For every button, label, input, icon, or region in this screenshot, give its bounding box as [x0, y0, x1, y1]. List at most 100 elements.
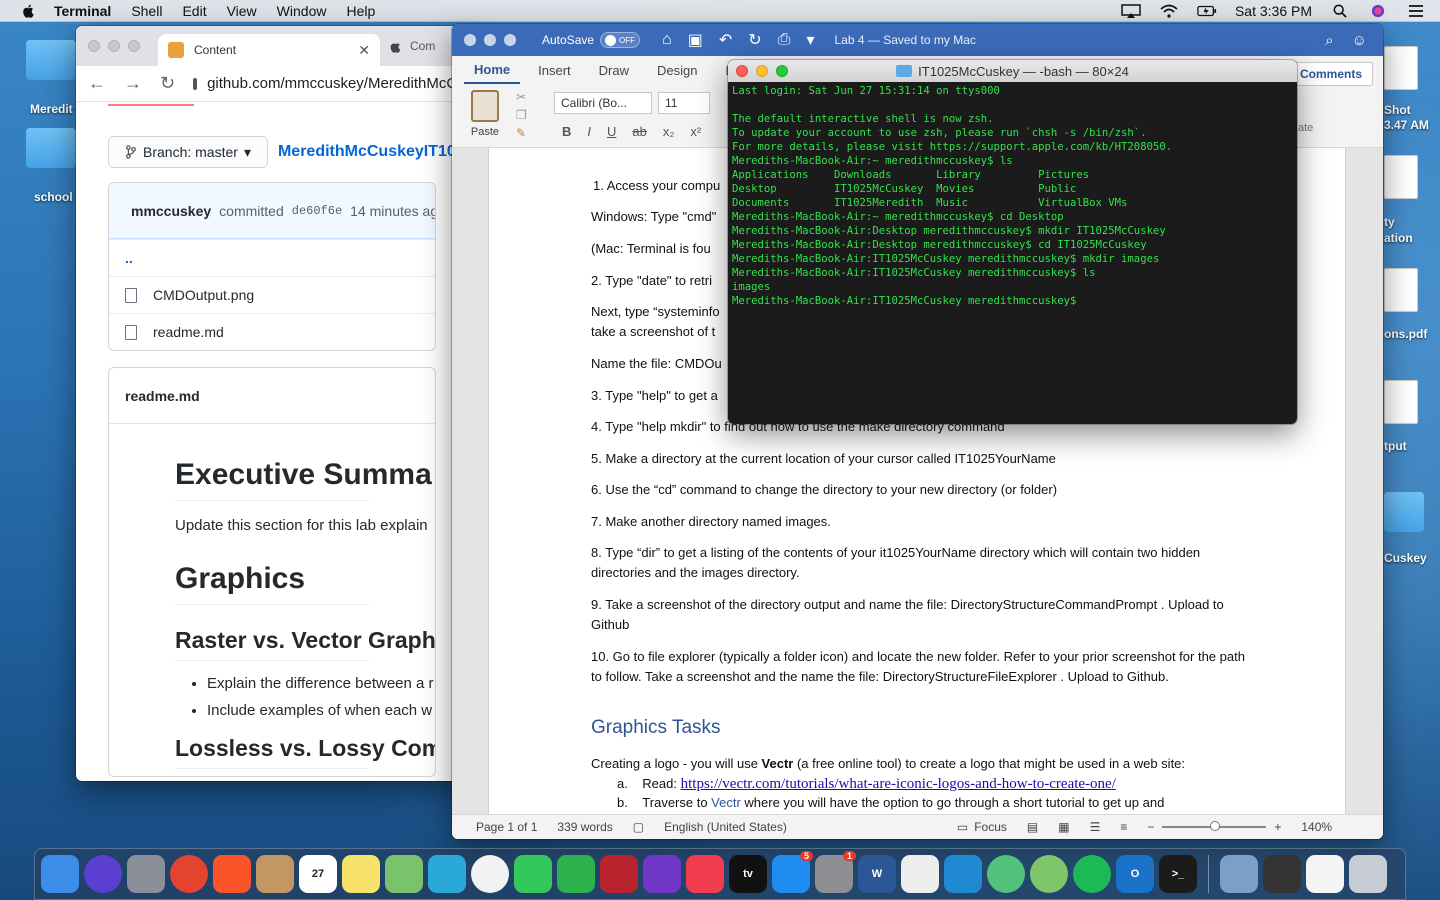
dock-app-store-icon[interactable]: 5	[772, 851, 813, 893]
cut-icon[interactable]: ✂	[516, 90, 526, 104]
dock-tv-icon[interactable]: tv	[729, 855, 767, 893]
desktop-icon-label[interactable]: Cuskey	[1384, 551, 1427, 565]
ribbon-partial-label[interactable]: ate	[1298, 122, 1313, 134]
menu-window[interactable]: Window	[277, 3, 327, 19]
back-arrow-icon[interactable]: ←	[88, 73, 106, 94]
dock-maps-icon[interactable]	[385, 855, 423, 893]
customize-toolbar-icon[interactable]: ▾	[806, 30, 814, 50]
web-layout-icon[interactable]: ▦	[1058, 820, 1069, 834]
format-painter-icon[interactable]: ✎	[516, 126, 526, 140]
zoom-window-button[interactable]	[128, 40, 140, 52]
dock-chrome-icon[interactable]	[170, 855, 208, 893]
list-item[interactable]: readme.md	[109, 313, 435, 350]
desktop-icon-label[interactable]: ation	[1384, 231, 1413, 245]
dock-contacts-icon[interactable]	[256, 855, 294, 893]
tab-draw[interactable]: Draw	[589, 56, 639, 84]
font-size-select[interactable]: 11	[658, 92, 710, 114]
proofing-icon[interactable]: ▢	[633, 820, 644, 834]
desktop-icon-label[interactable]: Meredit	[30, 102, 73, 116]
battery-icon[interactable]	[1197, 4, 1217, 18]
paste-button[interactable]: Paste	[468, 90, 502, 138]
autosave-toggle[interactable]: OFF	[600, 32, 641, 48]
dock-system-preferences-icon[interactable]: 1	[815, 851, 856, 893]
smiley-feedback-icon[interactable]: ☺	[1352, 32, 1367, 49]
language[interactable]: English (United States)	[664, 820, 787, 834]
print-layout-icon[interactable]: ▤	[1027, 820, 1038, 834]
folder-icon[interactable]	[26, 128, 76, 168]
browser-tab-active[interactable]: Content ✕	[158, 34, 380, 66]
folder-icon[interactable]	[1384, 492, 1424, 532]
repo-link[interactable]: MeredithMcCuskeyIT10	[278, 143, 456, 161]
desktop-icon-label[interactable]: school	[34, 190, 73, 204]
dock-calendar-icon[interactable]: 27	[299, 855, 337, 893]
minimize-window-button[interactable]	[108, 40, 120, 52]
save-icon[interactable]: ▣	[688, 30, 703, 50]
dock-color-picker-icon[interactable]	[1030, 855, 1068, 893]
draft-icon[interactable]: ≡	[1120, 820, 1127, 834]
focus-icon[interactable]: ▭	[957, 820, 968, 834]
minimize-window-button[interactable]	[484, 34, 496, 46]
address-bar[interactable]: github.com/mmccuskey/MeredithMcC	[193, 75, 456, 92]
screenshot-file-icon[interactable]	[1384, 46, 1418, 90]
word-count[interactable]: 339 words	[557, 820, 612, 834]
pdf-file-icon[interactable]	[1384, 268, 1418, 312]
close-window-button[interactable]	[464, 34, 476, 46]
redo-icon[interactable]: ↻	[748, 30, 761, 50]
close-tab-icon[interactable]: ✕	[358, 42, 370, 59]
dock-preview-icon[interactable]	[1220, 855, 1258, 893]
page-count[interactable]: Page 1 of 1	[476, 820, 537, 834]
commit-author[interactable]: mmccuskey	[131, 203, 211, 219]
zoom-in-button[interactable]: +	[1274, 820, 1281, 834]
url-text[interactable]: github.com/mmccuskey/MeredithMcC	[207, 75, 456, 92]
terminal-window[interactable]: IT1025McCuskey — -bash — 80×24 Last logi…	[728, 60, 1297, 424]
desktop-icon-label[interactable]: ty	[1384, 215, 1395, 229]
outline-icon[interactable]: ☰	[1090, 820, 1101, 834]
desktop-icon-label[interactable]: tput	[1384, 439, 1407, 453]
dock-brave-icon[interactable]	[213, 855, 251, 893]
vectr-link[interactable]: Vectr	[711, 795, 741, 810]
zoom-slider[interactable]	[1162, 821, 1267, 831]
notification-center-icon[interactable]	[1406, 4, 1426, 18]
dock-finder-icon[interactable]	[41, 855, 79, 893]
focus-button[interactable]: Focus	[974, 820, 1007, 834]
dock-imovie-icon[interactable]	[643, 855, 681, 893]
airplay-icon[interactable]	[1121, 3, 1141, 18]
menu-view[interactable]: View	[227, 3, 257, 19]
dock-facetime-icon[interactable]	[557, 855, 595, 893]
font-name-select[interactable]: Calibri (Bo...	[554, 92, 652, 114]
spotlight-search-icon[interactable]	[1330, 4, 1350, 18]
vectr-tutorial-link[interactable]: https://vectr.com/tutorials/what-are-ico…	[681, 776, 1116, 792]
folder-icon[interactable]	[26, 40, 76, 80]
dock-document-icon[interactable]	[1306, 855, 1344, 893]
copy-icon[interactable]: ❐	[516, 108, 527, 122]
dock-trash-icon[interactable]	[1349, 855, 1387, 893]
dock-siri-icon[interactable]	[84, 855, 122, 893]
menubar-clock[interactable]: Sat 3:36 PM	[1235, 3, 1312, 19]
underline-button[interactable]: U	[607, 124, 616, 139]
reload-icon[interactable]: ↻	[160, 73, 175, 94]
undo-icon[interactable]: ↶	[719, 30, 732, 50]
zoom-out-button[interactable]: −	[1147, 820, 1154, 834]
dock-news-icon[interactable]	[686, 855, 724, 893]
browser-tab-second[interactable]: Com	[390, 39, 435, 53]
dock-textedit-icon[interactable]	[901, 855, 939, 893]
branch-selector-button[interactable]: Branch: master ▾	[108, 136, 268, 168]
menu-edit[interactable]: Edit	[182, 3, 206, 19]
menu-shell[interactable]: Shell	[131, 3, 162, 19]
commit-sha[interactable]: de60f6e	[292, 204, 342, 218]
zoom-window-button[interactable]	[504, 34, 516, 46]
close-window-button[interactable]	[88, 40, 100, 52]
dock-vscode-icon[interactable]	[944, 855, 982, 893]
file-name[interactable]: CMDOutput.png	[153, 287, 254, 303]
dock-photos-icon[interactable]	[471, 855, 509, 893]
desktop-icon-label[interactable]: ons.pdf	[1384, 327, 1427, 341]
dock-photo-booth-icon[interactable]	[600, 855, 638, 893]
siri-icon[interactable]	[1368, 4, 1388, 18]
dock-atom-icon[interactable]	[987, 855, 1025, 893]
list-item[interactable]: ..	[109, 239, 435, 276]
strikethrough-button[interactable]: ab	[632, 124, 646, 139]
zoom-level[interactable]: 140%	[1301, 820, 1332, 834]
app-menu-terminal[interactable]: Terminal	[54, 3, 111, 19]
menu-help[interactable]: Help	[346, 3, 375, 19]
autosave-control[interactable]: AutoSave OFF	[542, 32, 641, 48]
